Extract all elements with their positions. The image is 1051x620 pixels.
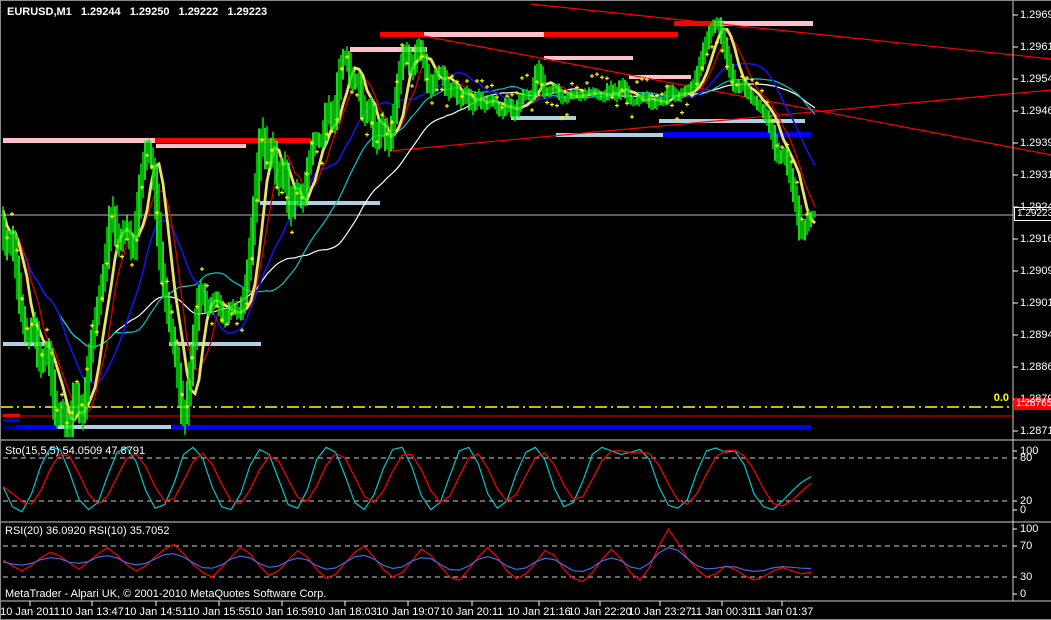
copyright-text: MetaTrader - Alpari UK, © 2001-2010 Meta… — [5, 588, 326, 600]
rsi-scale-label: 0 — [1020, 588, 1026, 600]
price-axis-label: 1.29615 — [1020, 41, 1051, 53]
stochastic-indicator-label: Sto(15,5,5) 54.0509 47.8791 — [5, 445, 145, 457]
rsi-scale-label: 70 — [1020, 540, 1032, 552]
mt4-chart-window: EURUSD,M1 1.29244 1.29250 1.29222 1.2922… — [0, 0, 1051, 620]
symbol-period-label: EURUSD,M1 — [7, 6, 72, 18]
stochastic-signal-line — [3, 450, 811, 505]
quote-open: 1.29244 — [81, 6, 121, 18]
time-axis-label: 11 Jan 01:37 — [740, 606, 824, 618]
price-axis-label: 1.29015 — [1020, 297, 1051, 309]
price-axis-label: 1.29240 — [1020, 201, 1051, 213]
quote-low: 1.29222 — [179, 6, 219, 18]
price-axis-label: 1.28940 — [1020, 329, 1051, 341]
rsi-scale-label: 30 — [1020, 571, 1032, 583]
panel-frames — [1, 1, 1051, 606]
price-axis-label: 1.29465 — [1020, 105, 1051, 117]
price-axis-label: 1.29090 — [1020, 265, 1051, 277]
price-axis-label: 1.28865 — [1020, 361, 1051, 373]
price-axis-label: 1.28790 — [1020, 393, 1051, 405]
price-axis-label: 1.29690 — [1020, 9, 1051, 21]
quote-high: 1.29250 — [130, 6, 170, 18]
stochastic-scale-label: 80 — [1020, 452, 1032, 464]
stochastic-panel — [3, 447, 1011, 512]
horizontal-lines — [1, 215, 1013, 416]
price-axis-label: 1.29315 — [1020, 169, 1051, 181]
price-axis-label: 1.28715 — [1020, 425, 1051, 437]
stochastic-scale-label: 0 — [1020, 504, 1026, 516]
rsi-scale-label: 100 — [1020, 523, 1038, 535]
quote-close: 1.29223 — [227, 6, 267, 18]
price-axis-label: 1.29540 — [1020, 73, 1051, 85]
symbol-quote-line: EURUSD,M1 1.29244 1.29250 1.29222 1.2922… — [7, 6, 273, 18]
rsi-indicator-label: RSI(20) 36.0920 RSI(10) 35.7052 — [5, 525, 170, 537]
price-axis-label: 1.29165 — [1020, 233, 1051, 245]
price-axis-label: 1.29390 — [1020, 137, 1051, 149]
fibo-zero-label: 0.0 — [969, 392, 1009, 404]
